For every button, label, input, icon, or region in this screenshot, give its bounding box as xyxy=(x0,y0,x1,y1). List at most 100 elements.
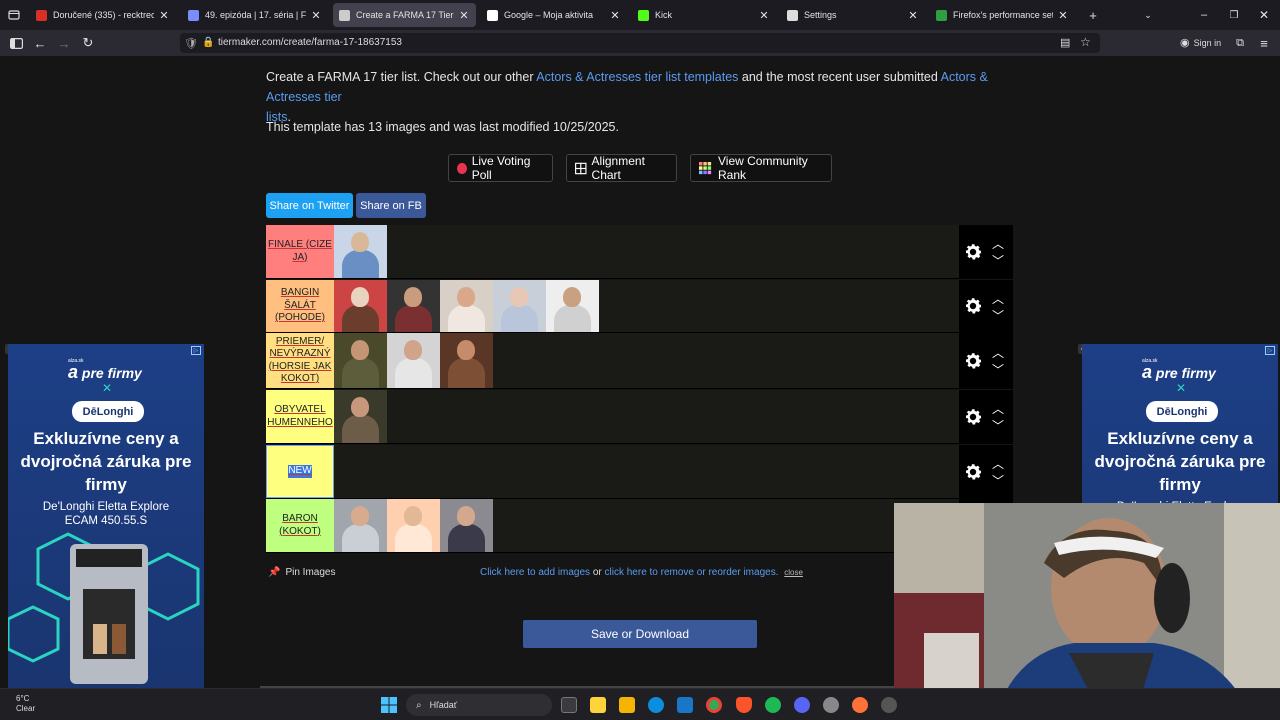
discord-icon[interactable] xyxy=(794,697,810,713)
contestant-image[interactable] xyxy=(440,280,493,332)
contestant-image[interactable] xyxy=(387,499,440,552)
url-bar[interactable]: 🛡 🔒 tiermaker.com/create/farma-17-186371… xyxy=(180,33,1100,53)
weather-widget[interactable]: 6°C Clear xyxy=(16,694,35,714)
tier-label-text[interactable]: FINALE (CIZE JA) xyxy=(268,239,332,264)
sign-in-button[interactable]: ◉ Sign in xyxy=(1180,36,1221,49)
contestant-image[interactable] xyxy=(334,333,387,388)
community-rank-button[interactable]: View Community Rank xyxy=(690,154,832,182)
ad-left[interactable]: ▷ alza.sk a pre firmy ✕ DēLonghi Exkluzívne c… xyxy=(8,344,204,688)
tier-label[interactable]: PRIEMER/ NEVÝRAZNÝ (HORSIE JAK KOKOT) xyxy=(266,333,334,388)
contestant-image[interactable] xyxy=(387,333,440,388)
move-up-icon[interactable]: ︿ xyxy=(991,237,1005,251)
sidebar-icon[interactable] xyxy=(6,33,26,53)
ad-close-icon[interactable]: ✕ xyxy=(1176,381,1186,395)
ad-choices-icon[interactable]: ▷ xyxy=(191,346,201,355)
tab-close-icon[interactable]: ✕ xyxy=(458,9,470,22)
contestant-image[interactable] xyxy=(334,280,387,332)
browser-tab[interactable]: Settings ✕ xyxy=(781,3,925,27)
photos-icon[interactable] xyxy=(677,697,693,713)
edge-icon[interactable] xyxy=(648,697,664,713)
contestant-image[interactable] xyxy=(440,499,493,552)
ad-close-icon[interactable]: ✕ xyxy=(102,381,112,395)
ad-right[interactable]: ▷ alza.sk a pre firmy ✕ DēLonghi Exkluzívne c… xyxy=(1082,344,1278,504)
contestant-image[interactable] xyxy=(334,499,387,552)
tab-close-icon[interactable]: ✕ xyxy=(158,9,170,22)
lock-icon[interactable]: 🔒 xyxy=(202,37,214,48)
live-voting-button[interactable]: Live Voting Poll xyxy=(448,154,553,182)
gear-icon[interactable] xyxy=(962,350,984,372)
pin-images-toggle[interactable]: 📌 Pin Images xyxy=(268,567,335,578)
browser-tab[interactable]: Google – Moja aktivita ✕ xyxy=(481,3,627,27)
contestant-image[interactable] xyxy=(546,280,599,332)
reload-icon[interactable]: ↻ xyxy=(78,33,98,53)
forward-icon[interactable]: → xyxy=(54,33,74,53)
extensions-icon[interactable]: ⧉ xyxy=(1230,33,1250,53)
tab-close-icon[interactable]: ✕ xyxy=(1057,9,1069,22)
brave-icon[interactable] xyxy=(736,697,752,713)
gear-icon[interactable] xyxy=(962,406,984,428)
move-up-icon[interactable]: ︿ xyxy=(991,457,1005,471)
move-down-icon[interactable]: ﹀ xyxy=(991,363,1005,377)
menu-icon[interactable]: ≡ xyxy=(1254,33,1274,53)
move-up-icon[interactable]: ︿ xyxy=(991,346,1005,360)
settings-gear-icon[interactable] xyxy=(823,697,839,713)
move-up-icon[interactable]: ︿ xyxy=(991,292,1005,306)
tab-close-icon[interactable]: ✕ xyxy=(609,9,621,22)
tier-label[interactable]: FINALE (CIZE JA) xyxy=(266,225,334,278)
alignment-chart-button[interactable]: Alignment Chart xyxy=(566,154,677,182)
tier-label[interactable]: OBYVATEL HUMENNEHO xyxy=(266,390,334,443)
tier-label-text[interactable]: OBYVATEL HUMENNEHO xyxy=(267,404,333,429)
tab-close-icon[interactable]: ✕ xyxy=(310,9,322,22)
tier-label[interactable]: BANGIN ŠALÁT (POHODE) xyxy=(266,280,334,332)
tab-overview-icon[interactable] xyxy=(4,5,24,25)
close-window-icon[interactable]: ✕ xyxy=(1254,5,1274,25)
contestant-image[interactable] xyxy=(493,280,546,332)
chrome-icon[interactable] xyxy=(706,697,722,713)
store-icon[interactable] xyxy=(590,697,606,713)
tab-close-icon[interactable]: ✕ xyxy=(758,9,770,22)
tier-label[interactable]: BARON (KOKOT) xyxy=(266,499,334,552)
back-icon[interactable]: ← xyxy=(30,33,50,53)
browser-tab[interactable]: Doručené (335) - recktreckt@gm ✕ xyxy=(30,3,176,27)
shield-icon[interactable]: 🛡 xyxy=(184,37,198,50)
browser-tab[interactable]: 49. epizóda | 17. séria | Farma | ✕ xyxy=(182,3,328,27)
minimize-icon[interactable]: – xyxy=(1194,5,1214,25)
close-link[interactable]: close xyxy=(784,568,803,577)
move-up-icon[interactable]: ︿ xyxy=(991,402,1005,416)
share-twitter-button[interactable]: Share on Twitter xyxy=(266,193,353,218)
move-down-icon[interactable]: ﹀ xyxy=(991,309,1005,323)
remove-images-link[interactable]: click here to remove or reorder images. xyxy=(605,567,779,578)
browser-tab[interactable]: Firefox's performance settings | ✕ xyxy=(930,3,1075,27)
gear-icon[interactable] xyxy=(962,295,984,317)
contestant-image[interactable] xyxy=(334,390,387,443)
reader-view-icon[interactable]: ▤ xyxy=(1060,36,1070,49)
tier-label[interactable]: NEW xyxy=(266,445,334,498)
gear-icon[interactable] xyxy=(962,241,984,263)
add-images-link[interactable]: Click here to add images xyxy=(480,567,590,578)
spotify-icon[interactable] xyxy=(765,697,781,713)
task-view-icon[interactable] xyxy=(561,697,577,713)
bookmark-star-icon[interactable]: ☆ xyxy=(1080,35,1091,49)
gear-icon[interactable] xyxy=(962,461,984,483)
new-tab-button[interactable]: + xyxy=(1083,5,1103,25)
tier-label-text[interactable]: NEW xyxy=(288,465,312,478)
ad-choices-icon[interactable]: ▷ xyxy=(1265,346,1275,355)
share-fb-button[interactable]: Share on FB xyxy=(356,193,426,218)
url-text[interactable]: tiermaker.com/create/farma-17-18637153 xyxy=(218,37,402,48)
move-down-icon[interactable]: ﹀ xyxy=(991,419,1005,433)
contestant-image[interactable] xyxy=(334,225,387,278)
move-down-icon[interactable]: ﹀ xyxy=(991,254,1005,268)
tier-label-text[interactable]: PRIEMER/ NEVÝRAZNÝ (HORSIE JAK KOKOT) xyxy=(268,336,332,386)
move-down-icon[interactable]: ﹀ xyxy=(991,474,1005,488)
actors-templates-link[interactable]: Actors & Actresses tier list templates xyxy=(536,70,738,84)
windows-start-icon[interactable] xyxy=(381,697,397,713)
tab-close-icon[interactable]: ✕ xyxy=(907,9,919,22)
contestant-image[interactable] xyxy=(440,333,493,388)
contestant-image[interactable] xyxy=(387,280,440,332)
tier-label-text[interactable]: BARON (KOKOT) xyxy=(268,513,332,538)
firefox-icon[interactable] xyxy=(852,697,868,713)
browser-tab[interactable]: Create a FARMA 17 Tier List - Ti ✕ xyxy=(333,3,476,27)
tier-label-text[interactable]: BANGIN ŠALÁT (POHODE) xyxy=(268,287,332,325)
browser-tab[interactable]: Kick ✕ xyxy=(632,3,776,27)
save-download-button[interactable]: Save or Download xyxy=(523,620,757,648)
